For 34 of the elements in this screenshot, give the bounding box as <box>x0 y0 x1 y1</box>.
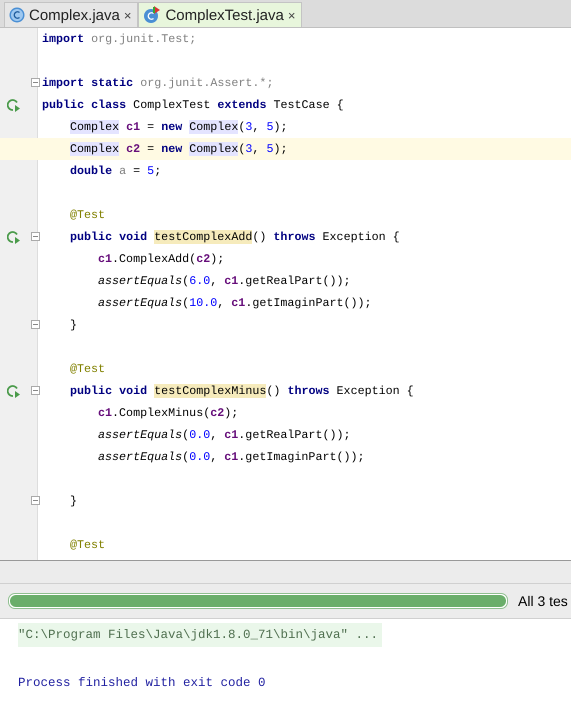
code-line: double a = 5; <box>69 164 162 178</box>
code-line: public void testComplexAdd() throws Exception { <box>69 230 400 244</box>
code-line: Complex c1 = new Complex(3, 5); <box>69 120 288 134</box>
test-class-icon <box>143 6 162 24</box>
run-icon[interactable] <box>7 99 21 112</box>
code-line: assertEquals(0.0, c1.getImaginPart()); <box>97 450 365 464</box>
console-line: Process finished with exit code 0 <box>18 676 266 690</box>
code-line: @Test <box>69 362 106 376</box>
code-line: c1.ComplexMinus(c2); <box>97 406 238 420</box>
code-line: @Test <box>69 538 106 552</box>
code-line: assertEquals(6.0, c1.getRealPart()); <box>97 274 351 288</box>
run-icon[interactable] <box>7 231 21 244</box>
fold-icon[interactable] <box>31 496 40 505</box>
test-status: All 3 tes <box>518 593 568 609</box>
file-tab[interactable]: ComplexTest.java × <box>138 2 302 27</box>
code-line: public class ComplexTest extends TestCase { <box>42 98 344 112</box>
code-line: Complex c2 = new Complex(3, 5); <box>69 142 288 156</box>
code-line: } <box>69 494 78 508</box>
code-line: assertEquals(0.0, c1.getRealPart()); <box>97 428 351 442</box>
fold-icon[interactable] <box>31 320 40 329</box>
code-line: public void testComplexMinus() throws Exception { <box>69 384 414 398</box>
file-tab[interactable]: Complex.java × <box>4 2 138 27</box>
fold-icon[interactable] <box>31 78 40 87</box>
code-line: } <box>69 318 78 332</box>
code-line: import org.junit.Test; <box>42 32 196 46</box>
code-line: c1.ComplexAdd(c2); <box>97 252 224 266</box>
fold-icon[interactable] <box>31 386 40 395</box>
run-icon[interactable] <box>7 385 21 398</box>
fold-icon[interactable] <box>31 232 40 241</box>
code-line: @Test <box>69 208 106 222</box>
code-line: import static org.junit.Assert.*; <box>42 76 274 90</box>
code-editor[interactable] <box>0 28 571 560</box>
code-line: assertEquals(10.0, c1.getImaginPart()); <box>97 296 372 310</box>
class-icon <box>9 7 25 23</box>
